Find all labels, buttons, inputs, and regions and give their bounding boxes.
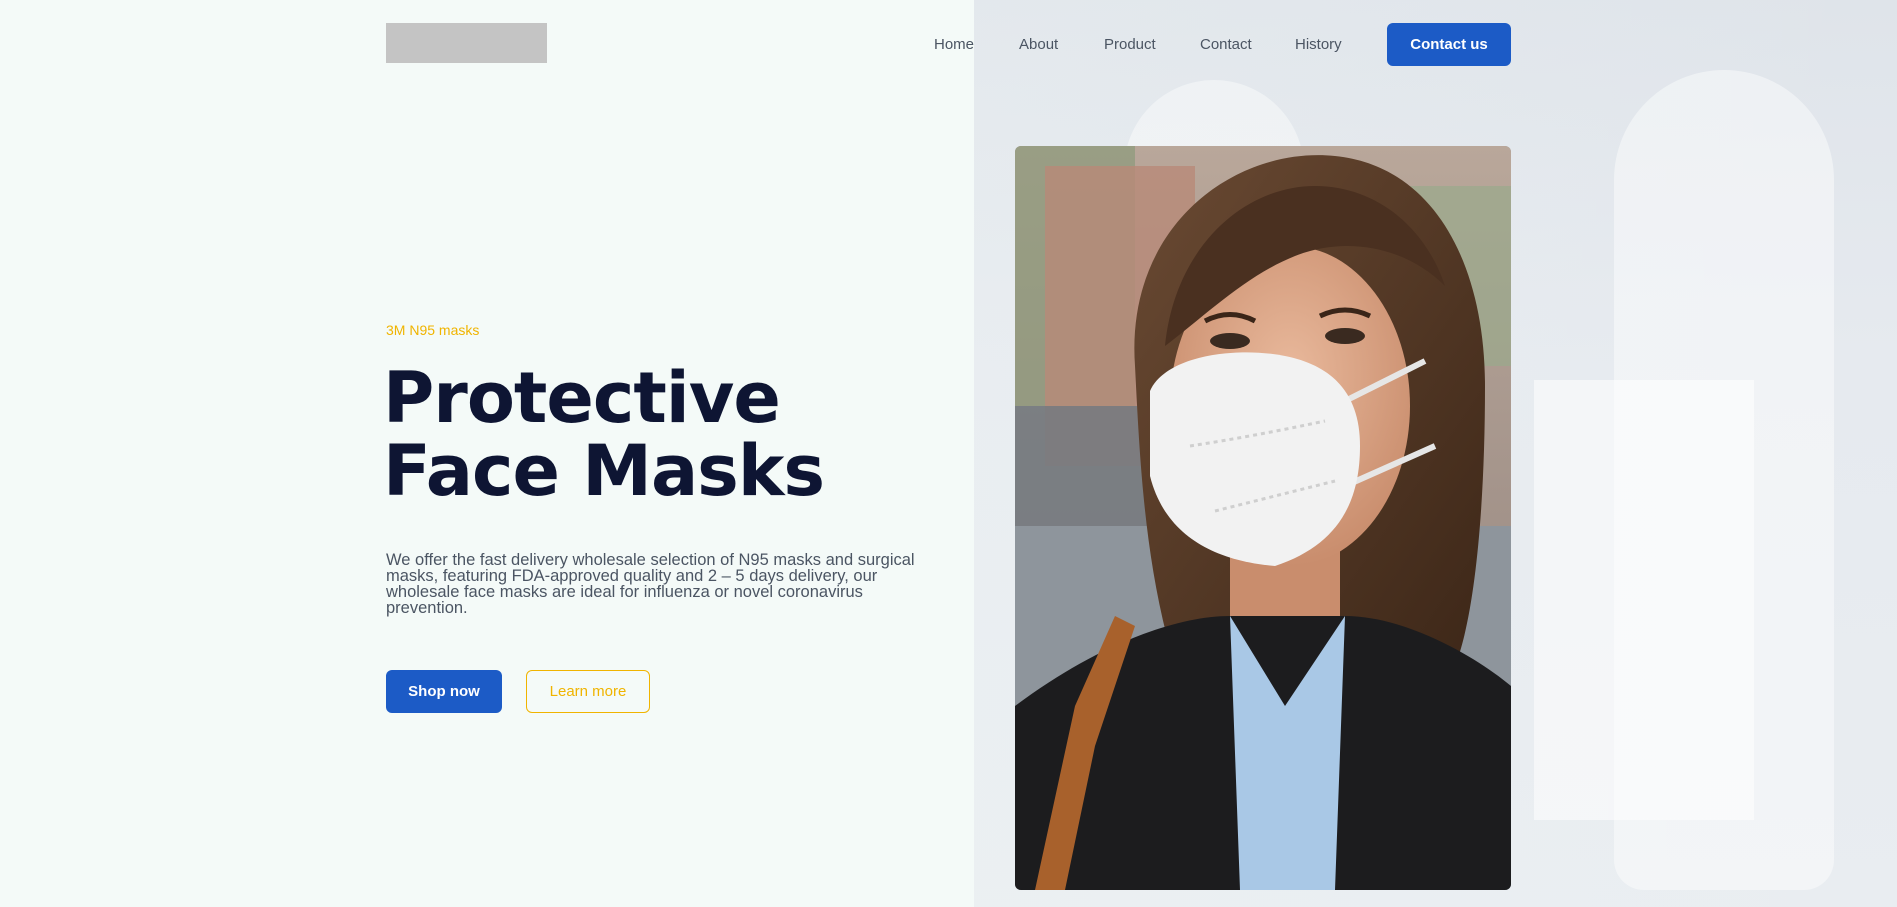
- hero-photo: [1015, 146, 1511, 890]
- hero-title: Protective Face Masks: [383, 357, 825, 512]
- woman-wearing-mask-illustration: [1015, 146, 1511, 890]
- nav-history[interactable]: History: [1295, 36, 1342, 53]
- hero-title-line-2: Face Masks: [383, 430, 825, 512]
- hero-title-line-1: Protective: [383, 357, 781, 439]
- nav-contact[interactable]: Contact: [1200, 36, 1252, 53]
- nav-about[interactable]: About: [1019, 36, 1058, 53]
- contact-us-button[interactable]: Contact us: [1387, 23, 1511, 66]
- shop-now-button[interactable]: Shop now: [386, 670, 502, 713]
- nav-product[interactable]: Product: [1104, 36, 1156, 53]
- logo-placeholder[interactable]: [386, 23, 547, 63]
- learn-more-button[interactable]: Learn more: [526, 670, 650, 713]
- nav-home[interactable]: Home: [934, 36, 974, 53]
- hero-eyebrow: 3M N95 masks: [386, 322, 480, 338]
- hero-description: We offer the fast delivery wholesale sel…: [386, 551, 915, 617]
